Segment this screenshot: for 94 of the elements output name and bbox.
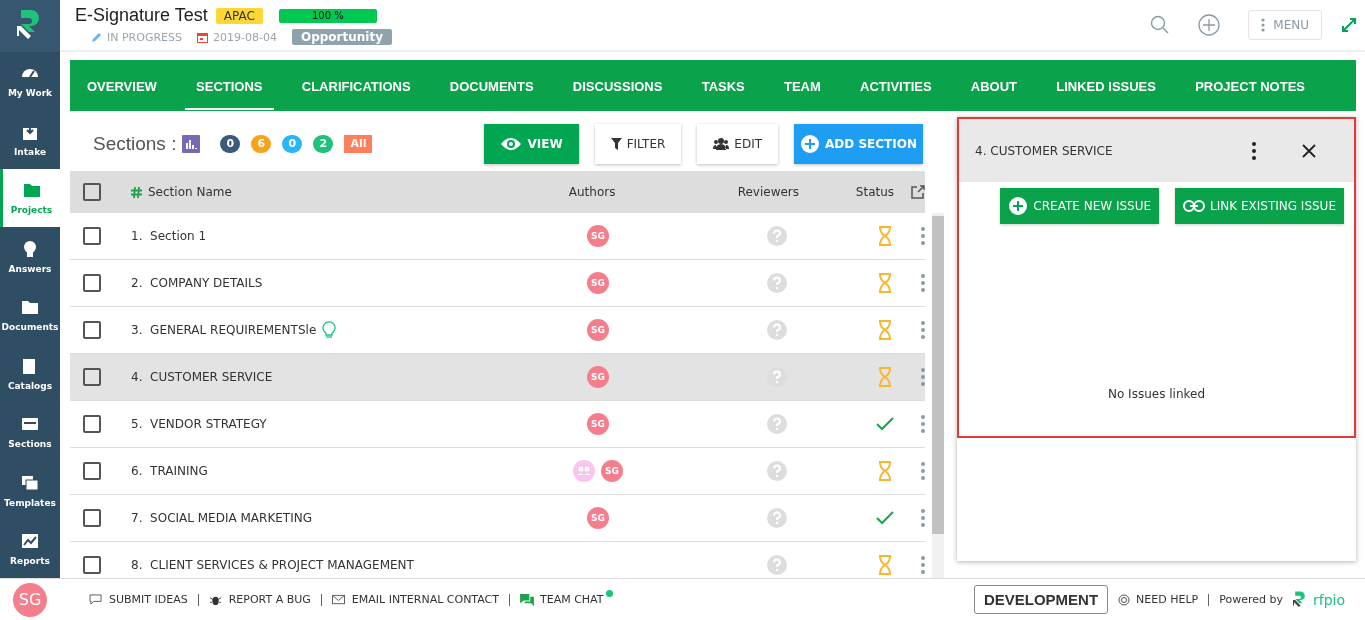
people-icon bbox=[713, 138, 730, 150]
project-title: E-Signature Test bbox=[75, 5, 208, 26]
calendar-icon bbox=[197, 31, 208, 43]
due-date: 2019-08-04 bbox=[213, 30, 277, 44]
status-count[interactable]: 0 bbox=[220, 135, 241, 153]
sidebar-item[interactable]: My Work bbox=[0, 51, 60, 111]
table-row[interactable]: 5. VENDOR STRATEGY SG bbox=[70, 401, 925, 448]
sidebar-item[interactable]: Sections bbox=[0, 402, 60, 462]
section-name: 7. SOCIAL MEDIA MARKETING bbox=[131, 511, 312, 525]
row-checkbox[interactable] bbox=[83, 556, 101, 574]
edit-button[interactable]: EDIT bbox=[697, 124, 779, 164]
row-checkbox[interactable] bbox=[83, 509, 101, 527]
section-name: 8. CLIENT SERVICES & PROJECT MANAGEMENT bbox=[131, 558, 414, 572]
project-status: IN PROGRESS bbox=[107, 30, 182, 44]
expand-icon[interactable] bbox=[1342, 18, 1356, 32]
table-row[interactable]: 8. CLIENT SERVICES & PROJECT MANAGEMENT bbox=[70, 542, 925, 578]
select-all-checkbox[interactable] bbox=[83, 183, 101, 201]
chart-icon[interactable] bbox=[182, 135, 201, 153]
author-avatar: SG bbox=[587, 272, 609, 294]
footer-link[interactable]: EMAIL INTERNAL CONTACT bbox=[331, 593, 499, 606]
row-checkbox[interactable] bbox=[83, 274, 101, 292]
close-icon[interactable] bbox=[1302, 143, 1316, 158]
comment-icon bbox=[89, 593, 103, 606]
chat-icon bbox=[519, 593, 534, 606]
kebab-icon bbox=[1261, 18, 1266, 32]
sidebar-item[interactable]: Answers bbox=[0, 227, 60, 286]
row-checkbox[interactable] bbox=[83, 415, 101, 433]
unassigned-reviewer-icon bbox=[766, 555, 787, 575]
more-icon[interactable] bbox=[1252, 141, 1256, 160]
mail-icon bbox=[331, 593, 346, 606]
unassigned-reviewer-icon bbox=[766, 508, 787, 528]
brand-name: rfpio bbox=[1312, 591, 1345, 608]
table-row[interactable]: 2. COMPANY DETAILS SG bbox=[70, 260, 925, 307]
panel-title: 4. CUSTOMER SERVICE bbox=[975, 143, 1114, 158]
environment-badge: DEVELOPMENT bbox=[973, 585, 1109, 614]
filter-icon bbox=[610, 138, 622, 150]
author-avatar: SG bbox=[587, 413, 609, 435]
unassigned-reviewer-icon bbox=[766, 461, 787, 481]
author-avatar: SG bbox=[587, 225, 609, 247]
section-name: 1. Section 1 bbox=[131, 229, 207, 243]
row-checkbox[interactable] bbox=[83, 368, 101, 386]
table-row[interactable]: 7. SOCIAL MEDIA MARKETING SG bbox=[70, 495, 925, 542]
open-external-icon[interactable] bbox=[911, 185, 925, 199]
author-avatar: SG bbox=[601, 460, 623, 482]
lifebuoy-icon bbox=[1118, 593, 1131, 606]
footer-link[interactable]: SUBMIT IDEAS bbox=[89, 593, 188, 606]
column-header: Status bbox=[854, 185, 896, 199]
sections-heading: Sections : bbox=[93, 133, 177, 155]
sidebar-item[interactable]: Templates bbox=[0, 461, 60, 520]
region-tag: APAC bbox=[215, 7, 263, 24]
section-name: 6. TRAINING bbox=[131, 464, 208, 478]
footer-link[interactable]: REPORT A BUG bbox=[208, 593, 311, 606]
author-avatar: SG bbox=[587, 507, 609, 529]
sidebar-item[interactable]: Intake bbox=[0, 110, 60, 169]
progress-bar: 100 % bbox=[278, 8, 377, 23]
scrollbar[interactable] bbox=[932, 213, 944, 578]
project-type-tag: Opportunity bbox=[291, 29, 392, 45]
unassigned-reviewer-icon bbox=[766, 367, 787, 387]
section-name: 4. CUSTOMER SERVICE bbox=[131, 370, 273, 384]
add-icon[interactable] bbox=[1198, 14, 1221, 36]
table-row[interactable]: 4. CUSTOMER SERVICE SG bbox=[70, 354, 925, 401]
plus-icon bbox=[800, 134, 821, 154]
unassigned-reviewer-icon bbox=[766, 414, 787, 434]
sidebar-item[interactable]: Reports bbox=[0, 519, 60, 579]
empty-message: No Issues linked bbox=[1107, 387, 1206, 401]
section-name: 2. COMPANY DETAILS bbox=[131, 276, 263, 290]
link-icon bbox=[1183, 200, 1206, 212]
row-checkbox[interactable] bbox=[83, 227, 101, 245]
sidebar-item[interactable]: Documents bbox=[0, 285, 60, 345]
search-icon[interactable] bbox=[1150, 15, 1171, 35]
section-name: 3. GENERAL REQUIREMENTSle bbox=[131, 323, 317, 337]
pencil-icon bbox=[91, 31, 102, 43]
table-row[interactable]: 1. Section 1 SG bbox=[70, 213, 925, 260]
table-row[interactable]: 6. TRAINING SG bbox=[70, 448, 925, 495]
unassigned-reviewer-icon bbox=[766, 273, 787, 293]
row-checkbox[interactable] bbox=[83, 321, 101, 339]
author-avatar: SG bbox=[587, 319, 609, 341]
unassigned-reviewer-icon bbox=[766, 320, 787, 340]
column-header: Authors bbox=[567, 185, 617, 199]
help-link[interactable]: NEED HELP bbox=[1118, 593, 1199, 606]
footer-link[interactable]: TEAM CHAT bbox=[519, 593, 604, 606]
section-name: 5. VENDOR STRATEGY bbox=[131, 417, 267, 431]
column-header: Section Name bbox=[148, 185, 232, 199]
filter-button[interactable]: FILTER bbox=[594, 124, 682, 164]
author-avatar: SG bbox=[587, 366, 609, 388]
sidebar-item[interactable]: Catalogs bbox=[0, 344, 60, 403]
unassigned-reviewer-icon bbox=[766, 226, 787, 246]
row-checkbox[interactable] bbox=[83, 462, 101, 480]
column-header: Reviewers bbox=[736, 185, 800, 199]
hash-icon bbox=[131, 186, 142, 198]
logo-icon bbox=[1292, 589, 1307, 610]
powered-by-text: Powered by bbox=[1219, 593, 1283, 606]
eye-icon bbox=[500, 137, 523, 151]
plus-icon bbox=[1008, 196, 1029, 216]
